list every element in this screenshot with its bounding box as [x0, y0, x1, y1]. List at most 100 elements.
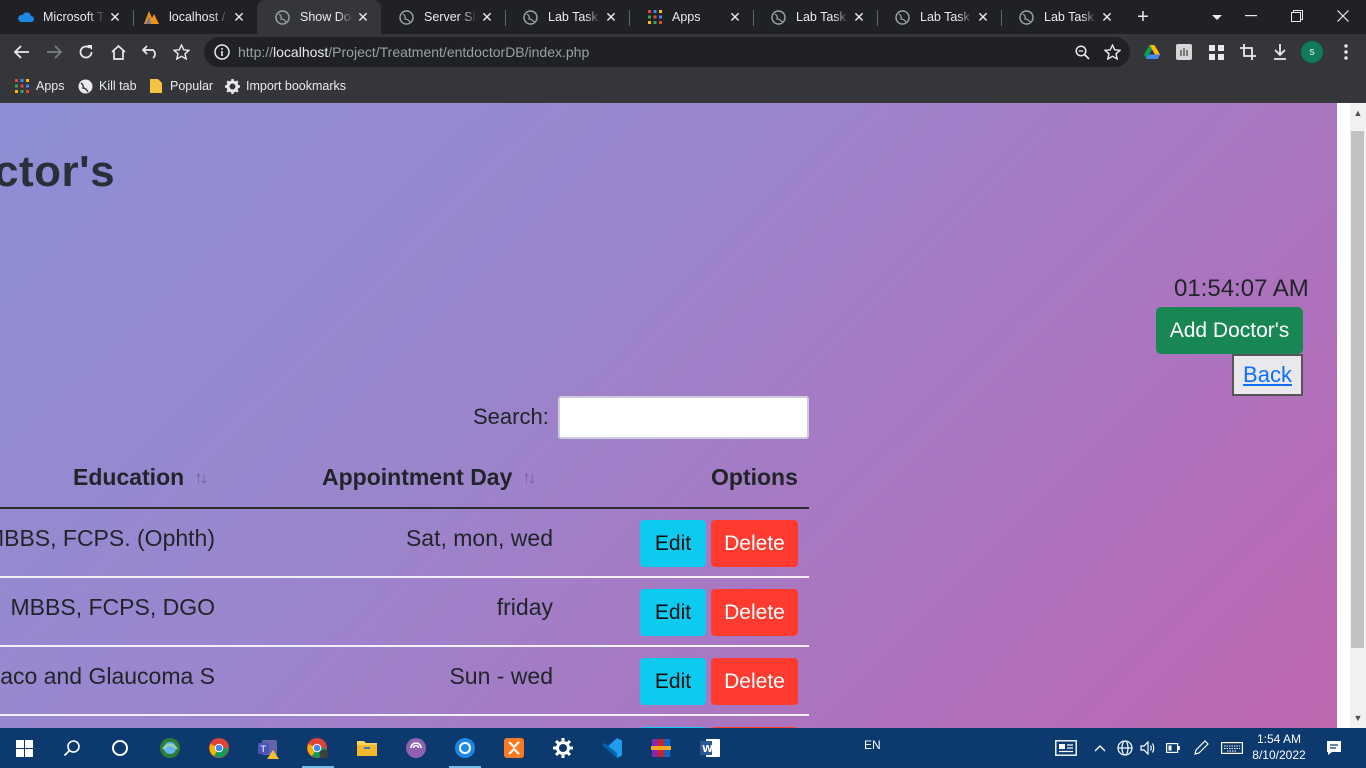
bookmark-kill-tab[interactable]: Kill tab — [77, 76, 137, 96]
delete-button[interactable]: Delete — [711, 658, 798, 705]
gear-icon — [224, 78, 240, 94]
tab-search-chevron-icon[interactable] — [1206, 8, 1228, 28]
download-icon[interactable] — [1266, 38, 1294, 66]
tab-title: Lab Task 6 — [1044, 10, 1097, 24]
system-date: 8/10/2022 — [1252, 748, 1306, 762]
chrome-icon[interactable] — [199, 732, 239, 764]
close-icon[interactable]: ✕ — [849, 7, 869, 27]
minimize-window-button[interactable] — [1228, 0, 1274, 32]
close-icon[interactable]: ✕ — [477, 7, 497, 27]
apps-grid-icon — [14, 78, 30, 94]
cell-education: MBBS, FCPS, DGO — [10, 594, 215, 620]
profile-avatar[interactable]: s — [1301, 41, 1323, 63]
globe-icon — [274, 9, 291, 26]
close-icon[interactable]: ✕ — [725, 7, 745, 27]
settings-gear-icon[interactable] — [543, 732, 583, 764]
close-window-button[interactable] — [1320, 0, 1366, 32]
row-divider — [0, 645, 809, 647]
notification-center-icon[interactable] — [1314, 732, 1354, 764]
address-bar[interactable]: http://localhost/Project/Treatment/entdo… — [204, 37, 1130, 67]
search-input[interactable] — [558, 396, 809, 439]
tab-apps[interactable]: Apps ✕ — [629, 0, 753, 34]
close-icon[interactable]: ✕ — [973, 7, 993, 27]
column-header-appointment-day[interactable]: Appointment Day ↑↓ — [322, 464, 536, 491]
tab-lab-task-5[interactable]: Lab Task 5 ✕ — [753, 0, 877, 34]
bookmarks-bar: Apps Kill tab Popular Import bookmarks — [0, 70, 1366, 103]
edit-button[interactable]: Edit — [640, 589, 706, 636]
bookmark-popular[interactable]: Popular — [148, 76, 213, 96]
close-icon[interactable]: ✕ — [105, 7, 125, 27]
input-language-indicator[interactable]: EN — [864, 738, 881, 752]
page-scrollbar[interactable]: ▲ ▼ — [1337, 103, 1366, 728]
site-info-icon[interactable] — [213, 43, 231, 61]
close-icon[interactable]: ✕ — [1097, 7, 1117, 27]
globe-icon — [770, 9, 787, 26]
scroll-up-arrow-icon[interactable]: ▲ — [1350, 105, 1366, 121]
tab-localhost[interactable]: localhost / 127.0.0.1 ✕ — [126, 0, 257, 34]
edit-button[interactable]: Edit — [640, 520, 706, 567]
globe-icon — [522, 9, 539, 26]
teams-icon[interactable]: T — [249, 732, 289, 764]
news-widget-icon[interactable] — [1046, 732, 1086, 764]
home-icon[interactable] — [104, 38, 132, 66]
column-header-education[interactable]: Education ↑↓ — [73, 464, 208, 491]
more-menu-icon[interactable] — [1332, 38, 1360, 66]
onedrive-icon — [17, 9, 34, 26]
restore-window-button[interactable] — [1274, 0, 1320, 32]
close-icon[interactable]: ✕ — [229, 7, 249, 27]
back-link-button[interactable]: Back — [1232, 354, 1303, 396]
close-icon[interactable]: ✕ — [601, 7, 621, 27]
search-icon[interactable] — [52, 732, 92, 764]
tab-title: Lab Task 5 — [796, 10, 849, 24]
winrar-icon[interactable] — [641, 732, 681, 764]
delete-button[interactable]: Delete — [711, 520, 798, 567]
tab-server-side[interactable]: Server Side ✕ — [381, 0, 505, 34]
chrome-profile-icon[interactable] — [298, 732, 338, 768]
page-title: ctor's — [0, 147, 116, 196]
bookmark-apps[interactable]: Apps — [14, 76, 65, 96]
tab-show-doctors[interactable]: Show Doctor's ✕ — [257, 0, 381, 34]
undo-icon[interactable] — [136, 38, 164, 66]
bookmark-page-star-icon[interactable] — [1098, 38, 1126, 66]
tab-lab-task-8[interactable]: Lab Task 8 ✕ — [877, 0, 1001, 34]
xampp-icon[interactable] — [494, 732, 534, 764]
bookmark-import[interactable]: Import bookmarks — [224, 76, 346, 96]
zoom-icon[interactable] — [1068, 38, 1096, 66]
browser-window-icon[interactable] — [445, 732, 485, 768]
file-explorer-icon[interactable] — [347, 732, 387, 764]
extensions-puzzle-icon[interactable] — [1202, 38, 1230, 66]
tab-title: Lab Task 9 — [548, 10, 601, 24]
vscode-icon[interactable] — [592, 732, 632, 764]
edge-legacy-icon[interactable] — [150, 732, 190, 764]
crop-screenshot-icon[interactable] — [1234, 38, 1262, 66]
touch-keyboard-icon[interactable] — [1214, 732, 1250, 764]
add-doctor-button[interactable]: Add Doctor's — [1156, 307, 1303, 354]
torrent-client-icon[interactable] — [396, 732, 436, 764]
bookmark-star-icon[interactable] — [167, 38, 195, 66]
google-drive-extension-icon[interactable] — [1138, 38, 1166, 66]
cortana-icon[interactable] — [100, 732, 140, 764]
tab-microsoft-teams[interactable]: Microsoft Teams ✕ — [0, 0, 133, 34]
delete-button[interactable]: Delete — [711, 589, 798, 636]
forward-arrow-icon[interactable] — [40, 38, 68, 66]
tab-lab-task-6[interactable]: Lab Task 6 ✕ — [1001, 0, 1125, 34]
reload-icon[interactable] — [72, 38, 100, 66]
back-arrow-icon[interactable] — [8, 38, 36, 66]
tab-title: Server Side — [424, 10, 477, 24]
hand-extension-icon[interactable] — [1170, 38, 1198, 66]
system-clock[interactable]: 1:54 AM 8/10/2022 — [1252, 731, 1306, 763]
cell-appointment-day: friday — [496, 594, 553, 620]
tab-lab-task-9[interactable]: Lab Task 9 ✕ — [505, 0, 629, 34]
windows-start-icon[interactable] — [4, 732, 44, 764]
close-icon[interactable]: ✕ — [353, 7, 373, 27]
phpmyadmin-icon — [143, 9, 160, 26]
new-tab-button[interactable]: + — [1131, 5, 1155, 29]
scroll-down-arrow-icon[interactable]: ▼ — [1350, 710, 1366, 726]
browser-tab-strip: Microsoft Teams ✕ localhost / 127.0.0.1 … — [0, 0, 1366, 34]
tab-title: Microsoft Teams — [43, 10, 105, 24]
scrollbar-thumb[interactable] — [1351, 131, 1364, 648]
column-header-options: Options — [711, 464, 798, 490]
word-icon[interactable]: W — [690, 732, 730, 764]
bookmark-label: Apps — [36, 79, 65, 93]
edit-button[interactable]: Edit — [640, 658, 706, 705]
